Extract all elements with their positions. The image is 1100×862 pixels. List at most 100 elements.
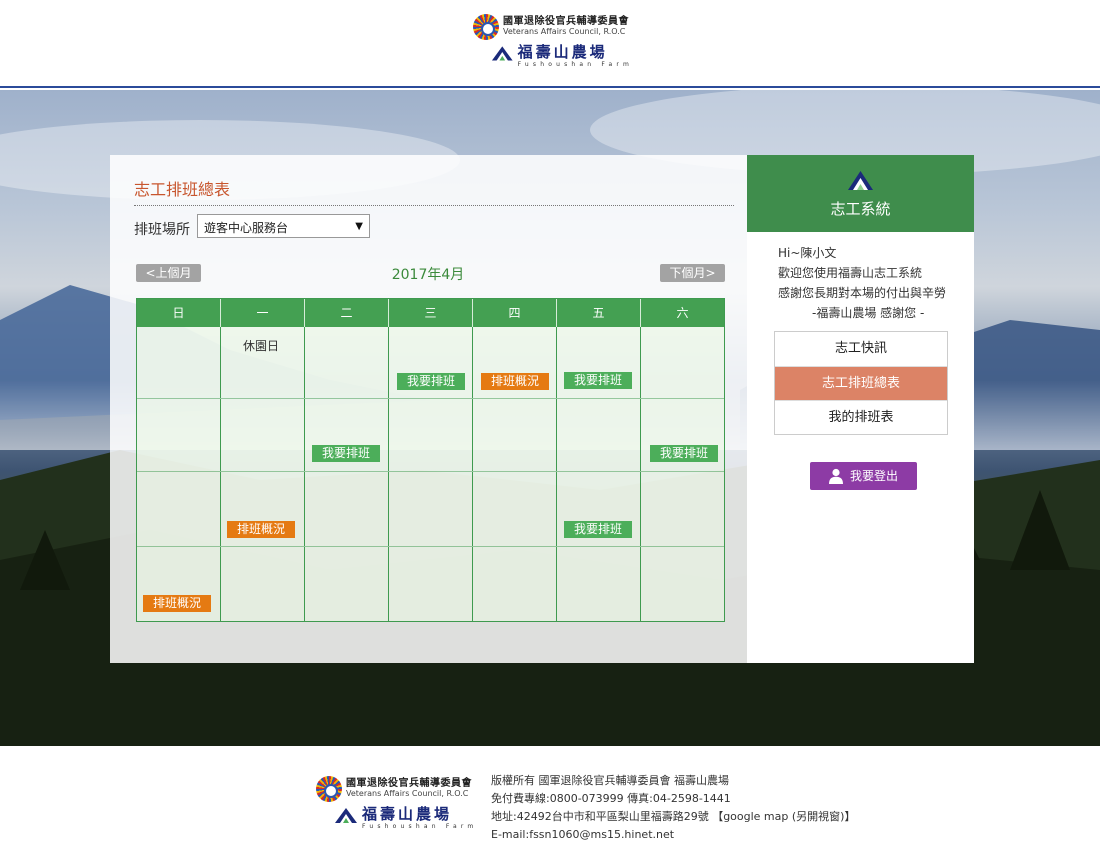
location-selected-value: 遊客中心服務台: [204, 221, 289, 235]
calendar-day-cell: [557, 399, 641, 471]
calendar-day-cell: [305, 472, 389, 546]
sidebar-item-news[interactable]: 志工快訊: [775, 332, 947, 366]
calendar-header: 日 一 二 三 四 五 六: [137, 299, 724, 327]
calendar-day-cell: [473, 472, 557, 546]
greeting-thanks: 感謝您長期對本場的付出與辛勞: [778, 286, 947, 300]
shift-overview-button[interactable]: 排班概況: [143, 595, 211, 612]
site-footer: 國軍退除役官兵輔導委員會 Veterans Affairs Council, R…: [0, 746, 1100, 862]
weekday-thu: 四: [473, 299, 557, 327]
shift-overview-button[interactable]: 排班概況: [481, 373, 549, 390]
location-label: 排班場所: [134, 222, 190, 238]
shift-overview-button[interactable]: 排班概況: [227, 521, 295, 538]
holiday-label: 休園日: [243, 339, 280, 353]
calendar-week: 休園日 我要排班 排班概況 我要排班: [137, 327, 724, 398]
sidebar-menu: 志工快訊 志工排班總表 我的排班表: [774, 331, 948, 435]
footer-phone-fax: 免付費專線:0800-073999 傳真:04-2598-1441: [491, 792, 731, 805]
weekday-fri: 五: [557, 299, 641, 327]
footer-copyright: 版權所有 國軍退除役官兵輔導委員會 福壽山農場: [491, 774, 729, 787]
farm-name-cn: 福壽山農場: [517, 43, 608, 61]
greeting-user: Hi~陳小文: [778, 246, 837, 260]
dropdown-arrow-icon: ▼: [355, 221, 363, 232]
farm-logo: 福壽山農場 Fushoushan Farm: [491, 44, 633, 68]
signup-shift-button[interactable]: 我要排班: [564, 372, 632, 389]
sidebar-item-schedule-overview[interactable]: 志工排班總表: [775, 366, 947, 400]
calendar-week: 我要排班 我要排班: [137, 398, 724, 471]
title-divider: [134, 205, 734, 206]
signup-shift-button[interactable]: 我要排班: [650, 445, 718, 462]
location-select[interactable]: 遊客中心服務台 ▼: [197, 214, 370, 238]
mountain-logo-icon: [335, 808, 357, 823]
calendar-day-cell: [305, 547, 389, 621]
farm-name-en: Fushoushan Farm: [517, 61, 633, 68]
farm-name-en: Fushoushan Farm: [362, 823, 478, 830]
greeting-text: Hi~陳小文 歡迎您使用福壽山志工系統 感謝您長期對本場的付出與辛勞 -福壽山農…: [778, 243, 946, 323]
sidebar-item-my-schedule[interactable]: 我的排班表: [775, 400, 947, 434]
calendar-day-cell: [137, 399, 221, 471]
calendar-day-cell: [389, 547, 473, 621]
calendar-day-cell: 我要排班: [557, 327, 641, 398]
calendar-day-cell: 排班概況: [473, 327, 557, 398]
calendar-day-cell: 我要排班: [641, 399, 724, 471]
calendar-day-cell: 排班概況: [221, 472, 305, 546]
calendar-day-cell: 我要排班: [305, 399, 389, 471]
council-emblem-icon: [316, 776, 342, 802]
calendar-day-cell: 我要排班: [557, 472, 641, 546]
calendar-day-cell: [641, 327, 724, 398]
mountain-logo-icon: [848, 171, 873, 190]
footer-info: 版權所有 國軍退除役官兵輔導委員會 福壽山農場 免付費專線:0800-07399…: [491, 772, 855, 844]
farm-name-cn: 福壽山農場: [362, 805, 453, 823]
sidebar-header: 志工系統: [747, 155, 974, 232]
council-name-en: Veterans Affairs Council, R.O.C: [346, 789, 469, 798]
footer-address[interactable]: 地址:42492台中市和平區梨山里福壽路29號 【google map (另開視…: [491, 808, 855, 826]
signup-shift-button[interactable]: 我要排班: [564, 521, 632, 538]
greeting-signature: -福壽山農場 感謝您 -: [812, 306, 925, 320]
weekday-mon: 一: [221, 299, 305, 327]
council-name-cn: 國軍退除役官兵輔導委員會: [346, 778, 472, 789]
site-header: 國軍退除役官兵輔導委員會 Veterans Affairs Council, R…: [0, 0, 1100, 88]
next-month-button[interactable]: 下個月>: [660, 264, 725, 282]
calendar-week: 排班概況 我要排班: [137, 471, 724, 546]
mountain-logo-icon: [491, 46, 513, 61]
user-icon: [829, 468, 843, 484]
calendar-day-cell: [137, 472, 221, 546]
calendar-body: 休園日 我要排班 排班概況 我要排班 我要排班 我要排班 排班概況 我要排班 排…: [137, 327, 724, 621]
logout-button[interactable]: 我要登出: [810, 462, 917, 490]
calendar-day-cell: 休園日: [221, 327, 305, 398]
weekday-wed: 三: [389, 299, 473, 327]
council-logo: 國軍退除役官兵輔導委員會 Veterans Affairs Council, R…: [473, 14, 633, 40]
council-logo: 國軍退除役官兵輔導委員會 Veterans Affairs Council, R…: [316, 776, 486, 802]
council-name-cn: 國軍退除役官兵輔導委員會: [503, 16, 629, 27]
site-logo[interactable]: 國軍退除役官兵輔導委員會 Veterans Affairs Council, R…: [473, 14, 633, 74]
council-emblem-icon: [473, 14, 499, 40]
calendar-day-cell: [389, 472, 473, 546]
prev-month-button[interactable]: <上個月: [136, 264, 201, 282]
calendar-day-cell: [641, 472, 724, 546]
calendar-day-cell: [221, 399, 305, 471]
weekday-sat: 六: [676, 306, 689, 320]
greeting-welcome: 歡迎您使用福壽山志工系統: [778, 266, 923, 280]
calendar-day-cell: 我要排班: [389, 327, 473, 398]
footer-email[interactable]: E-mail:fssn1060@ms15.hinet.net: [491, 826, 855, 844]
calendar-grid: 日 一 二 三 四 五 六 休園日 我要排班 排班概況 我要排班 我要排班 我要…: [136, 298, 725, 622]
current-month-label: 2017年4月: [391, 267, 465, 283]
calendar-day-cell: [641, 547, 724, 621]
page-title: 志工排班總表: [134, 180, 231, 199]
calendar-day-cell: [473, 547, 557, 621]
weekday-sun: 日: [137, 299, 221, 327]
weekday-tue: 二: [305, 299, 389, 327]
calendar-day-cell: [221, 547, 305, 621]
signup-shift-button[interactable]: 我要排班: [397, 373, 465, 390]
calendar-day-cell: [137, 327, 221, 398]
council-name-en: Veterans Affairs Council, R.O.C: [503, 27, 626, 36]
calendar-day-cell: [305, 327, 389, 398]
farm-logo: 福壽山農場 Fushoushan Farm: [334, 806, 486, 830]
sidebar-title: 志工系統: [830, 200, 891, 218]
volunteer-sidebar: 志工系統 Hi~陳小文 歡迎您使用福壽山志工系統 感謝您長期對本場的付出與辛勞 …: [747, 155, 974, 663]
calendar-day-cell: [557, 547, 641, 621]
calendar-day-cell: [473, 399, 557, 471]
logout-label: 我要登出: [850, 469, 899, 483]
signup-shift-button[interactable]: 我要排班: [312, 445, 380, 462]
schedule-panel: 志工排班總表 排班場所 遊客中心服務台 ▼ <上個月 2017年4月 下個月> …: [110, 155, 747, 663]
calendar-day-cell: 排班概況: [137, 547, 221, 621]
footer-logo: 國軍退除役官兵輔導委員會 Veterans Affairs Council, R…: [316, 776, 486, 836]
